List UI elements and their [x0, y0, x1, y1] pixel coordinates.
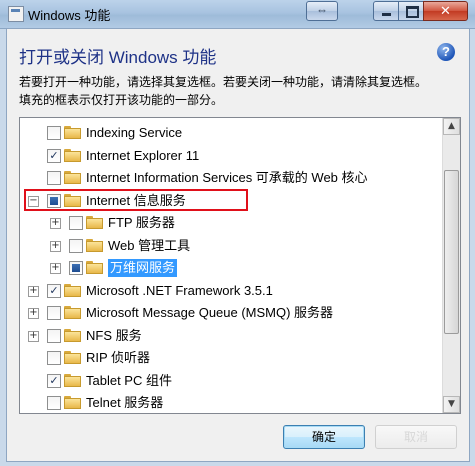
- minimize-button[interactable]: [373, 1, 400, 21]
- highlight-box: [24, 188, 248, 211]
- feature-checkbox[interactable]: [47, 306, 61, 320]
- expand-icon[interactable]: +: [28, 285, 39, 297]
- maximize-button[interactable]: [398, 1, 425, 21]
- feature-checkbox[interactable]: [69, 238, 83, 253]
- feature-checkbox[interactable]: [47, 351, 61, 365]
- folder-icon: [64, 351, 81, 364]
- tree-item[interactable]: Indexing Service: [20, 122, 440, 144]
- tree-item-label: Indexing Service: [86, 125, 183, 140]
- tree-item-label: Tablet PC 组件: [86, 372, 172, 388]
- title-bar[interactable]: Windows 功能 ⇔ ✕: [0, 0, 475, 29]
- feature-checkbox[interactable]: ✓: [47, 373, 61, 388]
- folder-icon: [64, 171, 81, 184]
- tree-item[interactable]: + ✓ Microsoft .NET Framework 3.5.1: [20, 280, 440, 302]
- close-icon: ✕: [440, 3, 451, 18]
- folder-icon: [64, 283, 81, 297]
- folder-icon: [86, 216, 103, 229]
- folder-icon: [64, 373, 81, 387]
- folder-icon: [64, 148, 81, 162]
- tree-item-label: Internet Explorer 11: [86, 147, 200, 163]
- expand-icon[interactable]: +: [28, 308, 39, 319]
- feature-checkbox[interactable]: [47, 171, 61, 185]
- feature-tree[interactable]: ▲ ▼ Indexing Service ✓ Internet Explorer 1…: [19, 117, 461, 414]
- description: 若要打开一种功能，请选择其复选框。若要关闭一种功能，请清除其复选框。 填充的框表…: [19, 73, 459, 109]
- page-title: 打开或关闭 Windows 功能: [19, 48, 217, 67]
- tree-item[interactable]: + NFS 服务: [20, 325, 440, 347]
- feature-checkbox[interactable]: ✓: [47, 283, 61, 298]
- tree-item[interactable]: ✓ Tablet PC 组件: [20, 370, 440, 392]
- maximize-icon: [406, 6, 419, 18]
- tree-item-label: Microsoft .NET Framework 3.5.1: [86, 282, 273, 298]
- tree-item-label: FTP 服务器: [108, 215, 175, 230]
- expand-icon[interactable]: +: [50, 263, 61, 274]
- tree-item-label: Internet Information Services 可承载的 Web 核…: [86, 170, 368, 185]
- window-title: Windows 功能: [28, 8, 111, 23]
- close-button[interactable]: ✕: [423, 1, 468, 21]
- tree-item-label: Web 管理工具: [108, 237, 191, 253]
- folder-icon: [64, 306, 81, 319]
- folder-icon: [64, 396, 81, 409]
- tree-item[interactable]: Internet Information Services 可承载的 Web 核…: [20, 167, 440, 189]
- tree-item[interactable]: + FTP 服务器: [20, 212, 440, 234]
- tree-item-label: Microsoft Message Queue (MSMQ) 服务器: [86, 305, 334, 320]
- scroll-up-arrow-icon[interactable]: ▲: [443, 118, 460, 135]
- windows-features-icon: [8, 6, 24, 22]
- feature-checkbox[interactable]: [69, 261, 83, 275]
- feature-checkbox[interactable]: [47, 126, 61, 140]
- tree-item[interactable]: + Microsoft Message Queue (MSMQ) 服务器: [20, 302, 440, 324]
- description-line-1: 若要打开一种功能，请选择其复选框。若要关闭一种功能，请清除其复选框。: [19, 75, 428, 89]
- tree-item[interactable]: + Web 管理工具: [20, 235, 440, 257]
- cancel-button[interactable]: 取消: [375, 425, 457, 449]
- tree-item-label: 万维网服务: [108, 259, 178, 277]
- description-line-2: 填充的框表示仅打开该功能的一部分。: [19, 93, 224, 107]
- tree-item-label: RIP 侦听器: [86, 350, 151, 365]
- folder-icon: [64, 328, 81, 342]
- feature-checkbox[interactable]: [69, 216, 83, 230]
- folder-icon: [86, 238, 103, 252]
- vertical-scrollbar[interactable]: ▲ ▼: [442, 118, 460, 413]
- tree-item[interactable]: Telnet 服务器: [20, 392, 440, 413]
- tree-item[interactable]: + 万维网服务: [20, 257, 440, 279]
- tree-item-label: Telnet 服务器: [86, 395, 164, 410]
- ok-button[interactable]: 确定: [283, 425, 365, 449]
- dialog-body: 打开或关闭 Windows 功能 ? 若要打开一种功能，请选择其复选框。若要关闭…: [6, 28, 470, 462]
- expand-icon[interactable]: +: [50, 240, 61, 252]
- expand-icon[interactable]: +: [50, 218, 61, 229]
- feature-checkbox[interactable]: [47, 328, 61, 343]
- minimize-icon: [382, 13, 391, 16]
- tree-item[interactable]: ✓ Internet Explorer 11: [20, 145, 440, 167]
- feature-checkbox[interactable]: ✓: [47, 148, 61, 163]
- scroll-thumb[interactable]: [444, 170, 459, 334]
- back-button[interactable]: ⇔: [306, 1, 338, 21]
- help-icon[interactable]: ?: [437, 43, 455, 61]
- feature-checkbox[interactable]: [47, 396, 61, 410]
- arrows-icon: ⇔: [316, 3, 328, 17]
- folder-icon: [86, 261, 103, 274]
- expand-icon[interactable]: +: [28, 330, 39, 342]
- tree-item-label: NFS 服务: [86, 327, 142, 343]
- tree-item[interactable]: RIP 侦听器: [20, 347, 440, 369]
- scroll-down-arrow-icon[interactable]: ▼: [443, 396, 460, 413]
- folder-icon: [64, 126, 81, 139]
